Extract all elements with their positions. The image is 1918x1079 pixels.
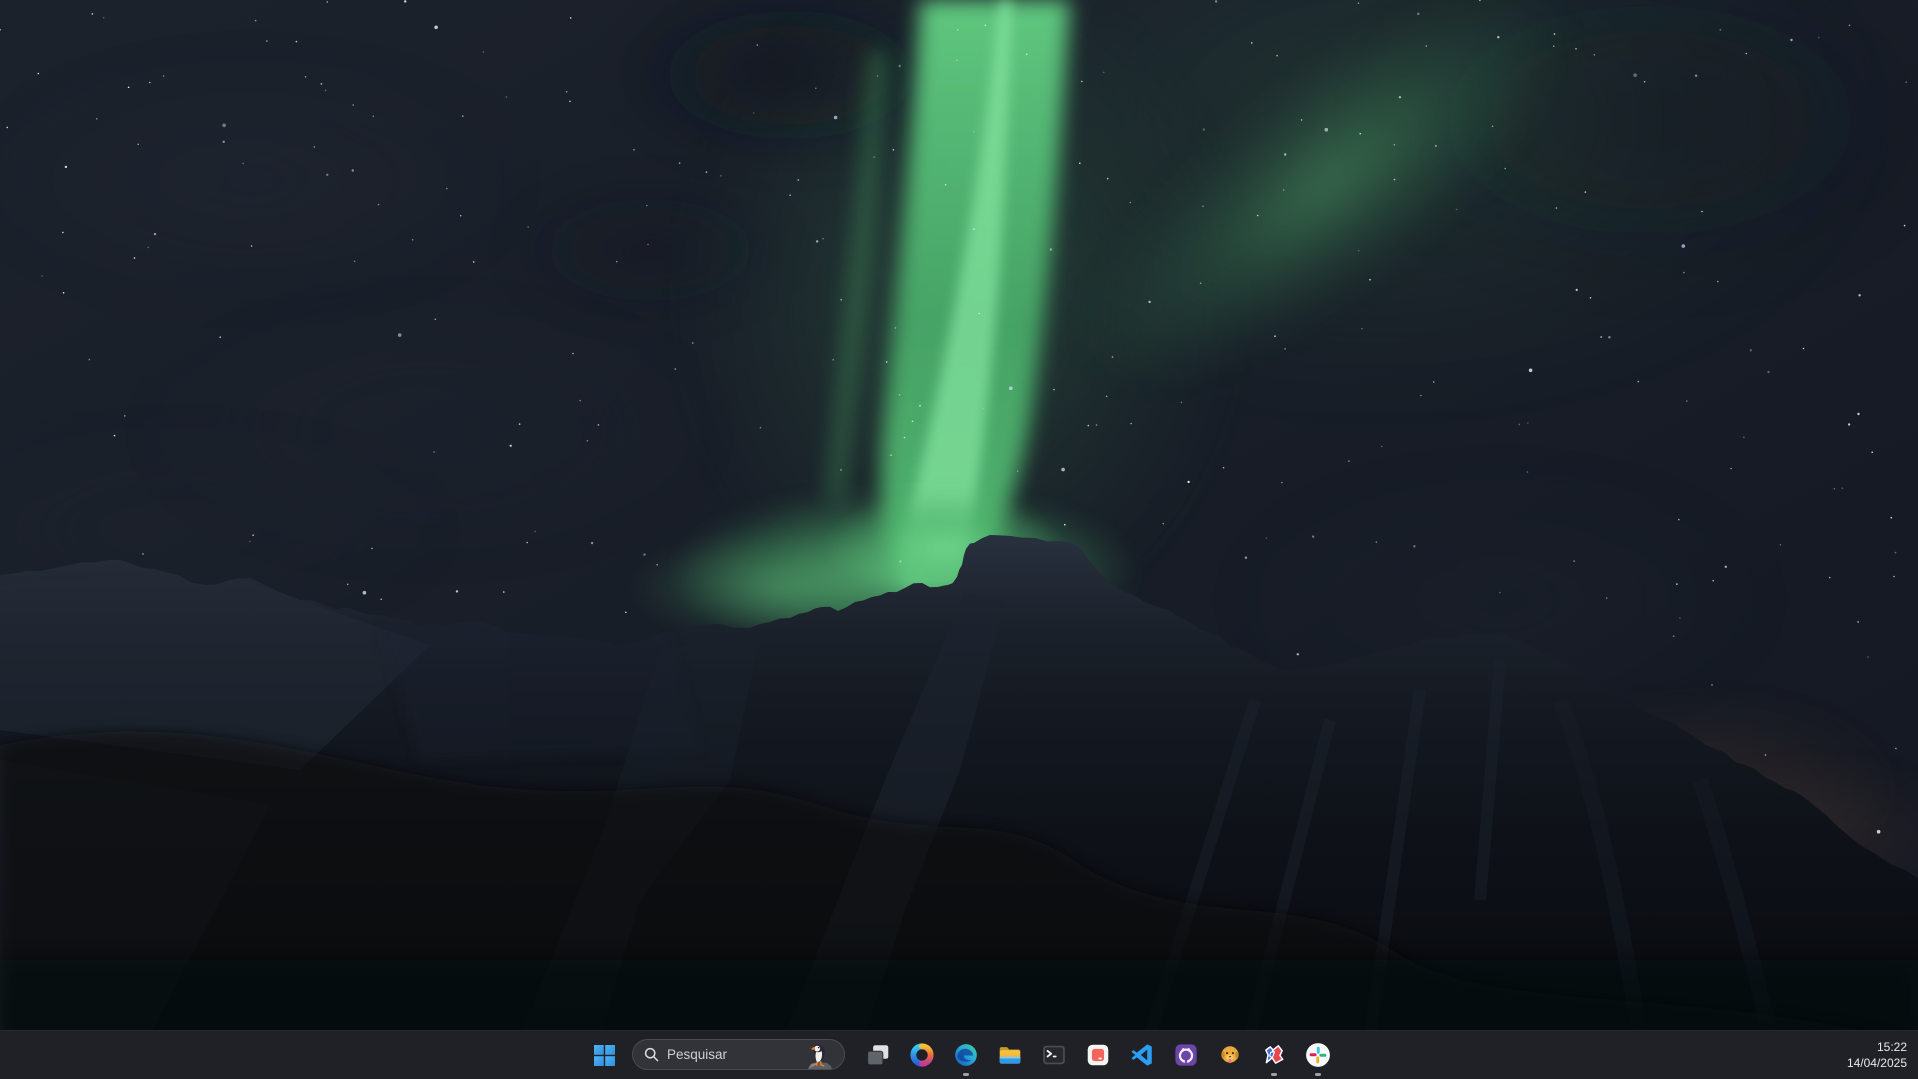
wallpaper-aurora-over-mountains <box>0 0 1918 1079</box>
clock-date: 14/04/2025 <box>1847 1055 1907 1071</box>
search-placeholder: Pesquisar <box>667 1047 804 1062</box>
taskbar-clock[interactable]: 15:22 14/04/2025 <box>1841 1031 1918 1079</box>
terminal-icon <box>1041 1042 1067 1068</box>
taskbar-app-microsoft-edge[interactable] <box>946 1031 986 1079</box>
taskbar-app-windows-terminal[interactable] <box>1034 1031 1074 1079</box>
windows-logo-icon <box>594 1045 615 1066</box>
star-app-icon <box>1261 1042 1287 1068</box>
taskbar-app-copilot[interactable] <box>902 1031 942 1079</box>
taskbar-app-github-desktop[interactable] <box>1166 1031 1206 1079</box>
running-indicator <box>1315 1073 1321 1076</box>
search-box[interactable]: Pesquisar <box>632 1039 845 1070</box>
task-view-icon <box>865 1042 891 1068</box>
vscode-icon <box>1129 1042 1155 1068</box>
edge-icon <box>953 1042 979 1068</box>
search-icon <box>644 1047 659 1062</box>
taskbar-app-task-view[interactable] <box>858 1031 898 1079</box>
taskbar-app-slack[interactable] <box>1298 1031 1338 1079</box>
taskbar-app-dog-app[interactable] <box>1210 1031 1250 1079</box>
clock-time: 15:22 <box>1877 1039 1907 1055</box>
taskbar-apps <box>856 1031 1340 1079</box>
search-daily-image-puffin-icon <box>804 1040 834 1069</box>
taskbar-app-red-square-app[interactable] <box>1078 1031 1118 1079</box>
running-indicator <box>963 1073 969 1076</box>
github-icon <box>1173 1042 1199 1068</box>
folder-icon <box>997 1042 1023 1068</box>
dog-icon <box>1217 1042 1243 1068</box>
running-indicator <box>1271 1073 1277 1076</box>
copilot-icon <box>909 1042 935 1068</box>
red-square-icon <box>1085 1042 1111 1068</box>
taskbar-app-visual-studio-code[interactable] <box>1122 1031 1162 1079</box>
taskbar: Pesquisar 15:22 14/04/2025 <box>0 1030 1918 1079</box>
start-button[interactable] <box>584 1031 624 1079</box>
slack-icon <box>1305 1042 1331 1068</box>
taskbar-app-red-blue-star-app[interactable] <box>1254 1031 1294 1079</box>
taskbar-app-file-explorer[interactable] <box>990 1031 1030 1079</box>
desktop-background <box>0 0 1918 1079</box>
